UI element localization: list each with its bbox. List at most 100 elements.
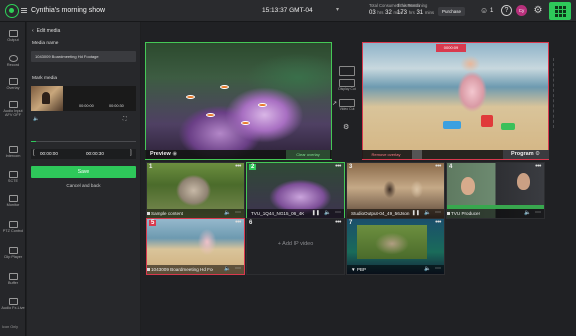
program-mode-toggle[interactable]	[412, 150, 422, 159]
volume-icon[interactable]: 🔈	[224, 210, 231, 216]
more-icon[interactable]: •••	[235, 163, 241, 170]
more-icon[interactable]: ⋯	[235, 265, 241, 272]
program-video	[363, 43, 548, 159]
remaining-label-text: Time Remaining	[397, 3, 428, 8]
more-icon[interactable]: •••	[535, 163, 541, 170]
preview-label: Preview ◉	[146, 150, 181, 159]
back-label: Edit media	[36, 28, 61, 34]
out-time[interactable]: 00:00:30	[86, 151, 104, 156]
save-button[interactable]: Save	[31, 166, 136, 178]
nav-item-ptz[interactable]: PTZ Control	[0, 221, 26, 233]
add-ip-video-slot[interactable]: + Add IP video	[247, 219, 344, 274]
users-icon[interactable]: ☺	[480, 7, 488, 15]
gear-icon[interactable]: ⚙	[535, 151, 540, 157]
mark-media-thumbnail[interactable]: 00:00:00 00:00:30	[31, 86, 136, 111]
input-tile[interactable]: 3 ••• StudioOutput-04_49_56Json ❚❚ 🔈 ⋯	[346, 162, 445, 219]
hrs-unit: hrs	[377, 10, 384, 15]
volume-icon[interactable]: 🔈	[224, 266, 231, 272]
toy-shape	[501, 123, 515, 130]
display-cut-icon[interactable]	[339, 79, 355, 87]
pause-icon[interactable]: ❚❚	[312, 210, 320, 216]
volume-icon[interactable]: 🔈	[424, 266, 431, 272]
fish-shape	[258, 103, 267, 107]
purchase-button[interactable]: Purchase	[438, 7, 465, 16]
chevron-down-icon[interactable]: ▾	[336, 6, 339, 13]
eye-icon[interactable]: ◉	[172, 151, 177, 157]
more-icon[interactable]: ⋯	[335, 209, 341, 216]
icon-only-toggle[interactable]: Icon Only	[2, 325, 18, 329]
mins-unit-2: mins	[424, 10, 435, 15]
preview-monitor[interactable]	[145, 42, 332, 160]
nav-label: Intercom	[5, 154, 21, 158]
input-number: 4	[449, 164, 453, 170]
more-icon[interactable]: ⋯	[435, 265, 441, 272]
nav-item-audio-fx[interactable]: Audio Fx-Live	[0, 298, 26, 310]
clear-overlay-button[interactable]: Clear overlay	[286, 150, 330, 159]
volume-icon[interactable]: 🔈	[33, 116, 39, 122]
more-icon[interactable]: •••	[335, 219, 341, 226]
gear-icon[interactable]: ⚙	[532, 5, 544, 17]
tile-caption: TVU_1Q44_NG15_06_4K ❚❚ 🔈 ⋯	[247, 209, 344, 218]
app-logo-icon[interactable]	[5, 4, 19, 18]
pbp-inset	[357, 225, 427, 259]
in-bracket-icon[interactable]: [	[33, 150, 35, 156]
volume-icon[interactable]: 🔈	[524, 210, 531, 216]
nav-label: PTZ Control	[2, 229, 24, 233]
nav-item-record[interactable]: Record	[0, 55, 26, 67]
swap-arrow-icon[interactable]: ↗	[332, 100, 337, 107]
more-icon[interactable]: •••	[435, 163, 441, 170]
program-monitor[interactable]	[362, 42, 549, 160]
nav-item-scte[interactable]: SCTE	[0, 171, 26, 183]
edit-media-panel: ‹ Edit media Media name 1043009 Boardmeet…	[27, 22, 140, 336]
nav-item-clip-player[interactable]: Clip Player	[0, 247, 26, 259]
clock: 15:13:37 GMT-04	[262, 7, 313, 14]
more-icon[interactable]: •••	[235, 219, 241, 226]
grid-icon[interactable]	[549, 2, 571, 20]
media-name-input[interactable]: 1043009 Boardmeeting Hd Footage	[31, 51, 136, 62]
nav-item-audio-input[interactable]: Audio Input AFV OFF	[0, 101, 26, 117]
input-tile[interactable]: 4 ••• TVU Producer 🔈 ⋯	[446, 162, 545, 219]
volume-icon[interactable]: 🔈	[324, 210, 331, 216]
nav-item-output[interactable]: Output	[0, 30, 26, 42]
more-icon[interactable]: ⋯	[535, 209, 541, 216]
nav-item-intercom[interactable]: Intercom	[0, 146, 26, 158]
in-time[interactable]: 00:00:00	[40, 151, 58, 156]
left-nav: Output Record Overlay Audio Input AFV OF…	[0, 22, 26, 336]
input-tile[interactable]: + Add IP video 6 •••	[246, 218, 345, 275]
pause-icon[interactable]: ❚❚	[412, 210, 420, 216]
intercom-icon	[8, 146, 18, 153]
source-indicator-icon	[147, 212, 150, 215]
question-icon[interactable]: ?	[501, 5, 512, 16]
media-name-label: Media name	[32, 41, 59, 46]
transition-settings-icon[interactable]: ⚙	[343, 123, 349, 131]
input-tile[interactable]: 5 ••• 1043009 Boardmeeting Hd Footage 🔈 …	[146, 218, 245, 275]
hamburger-icon[interactable]	[21, 8, 27, 13]
person-shape	[461, 177, 475, 195]
program-scrollbar[interactable]	[553, 58, 556, 128]
nav-label: Overlay	[6, 86, 20, 90]
display-layout-icon[interactable]	[339, 66, 355, 76]
input-tile[interactable]: 7 ••• ▼ PBP 🔈 ⋯	[346, 218, 445, 275]
fullscreen-icon[interactable]: ⛶	[123, 116, 127, 122]
avatar[interactable]: Cy	[516, 5, 527, 16]
cancel-back-link[interactable]: Cancel and back	[31, 183, 136, 188]
nav-item-monitor[interactable]: Monitor	[0, 195, 26, 207]
back-link[interactable]: ‹ Edit media	[32, 28, 60, 34]
pbp-label: PBP	[356, 267, 367, 272]
more-icon[interactable]: ⋯	[235, 209, 241, 216]
progress-track[interactable]	[31, 141, 136, 142]
users-count: 1	[490, 8, 494, 14]
mark-controls: 🔈 ⛶	[31, 116, 136, 124]
nav-item-overlay[interactable]: Overlay	[0, 78, 26, 90]
more-icon[interactable]: •••	[335, 163, 341, 170]
out-bracket-icon[interactable]: ]	[130, 150, 132, 156]
more-icon[interactable]: •••	[435, 219, 441, 226]
input-tile[interactable]: 2 ••• TVU_1Q44_NG15_06_4K ❚❚ 🔈 ⋯	[246, 162, 345, 219]
person-shape	[517, 173, 530, 190]
input-tile[interactable]: 1 ••• Sample content 🔈 ⋯	[146, 162, 245, 219]
video-cut-icon[interactable]	[339, 99, 355, 107]
volume-icon[interactable]: 🔈	[424, 210, 431, 216]
remove-overlay-button[interactable]: Remove overlay	[364, 150, 408, 159]
more-icon[interactable]: ⋯	[435, 209, 441, 216]
nav-item-buffer[interactable]: Buffer	[0, 273, 26, 285]
